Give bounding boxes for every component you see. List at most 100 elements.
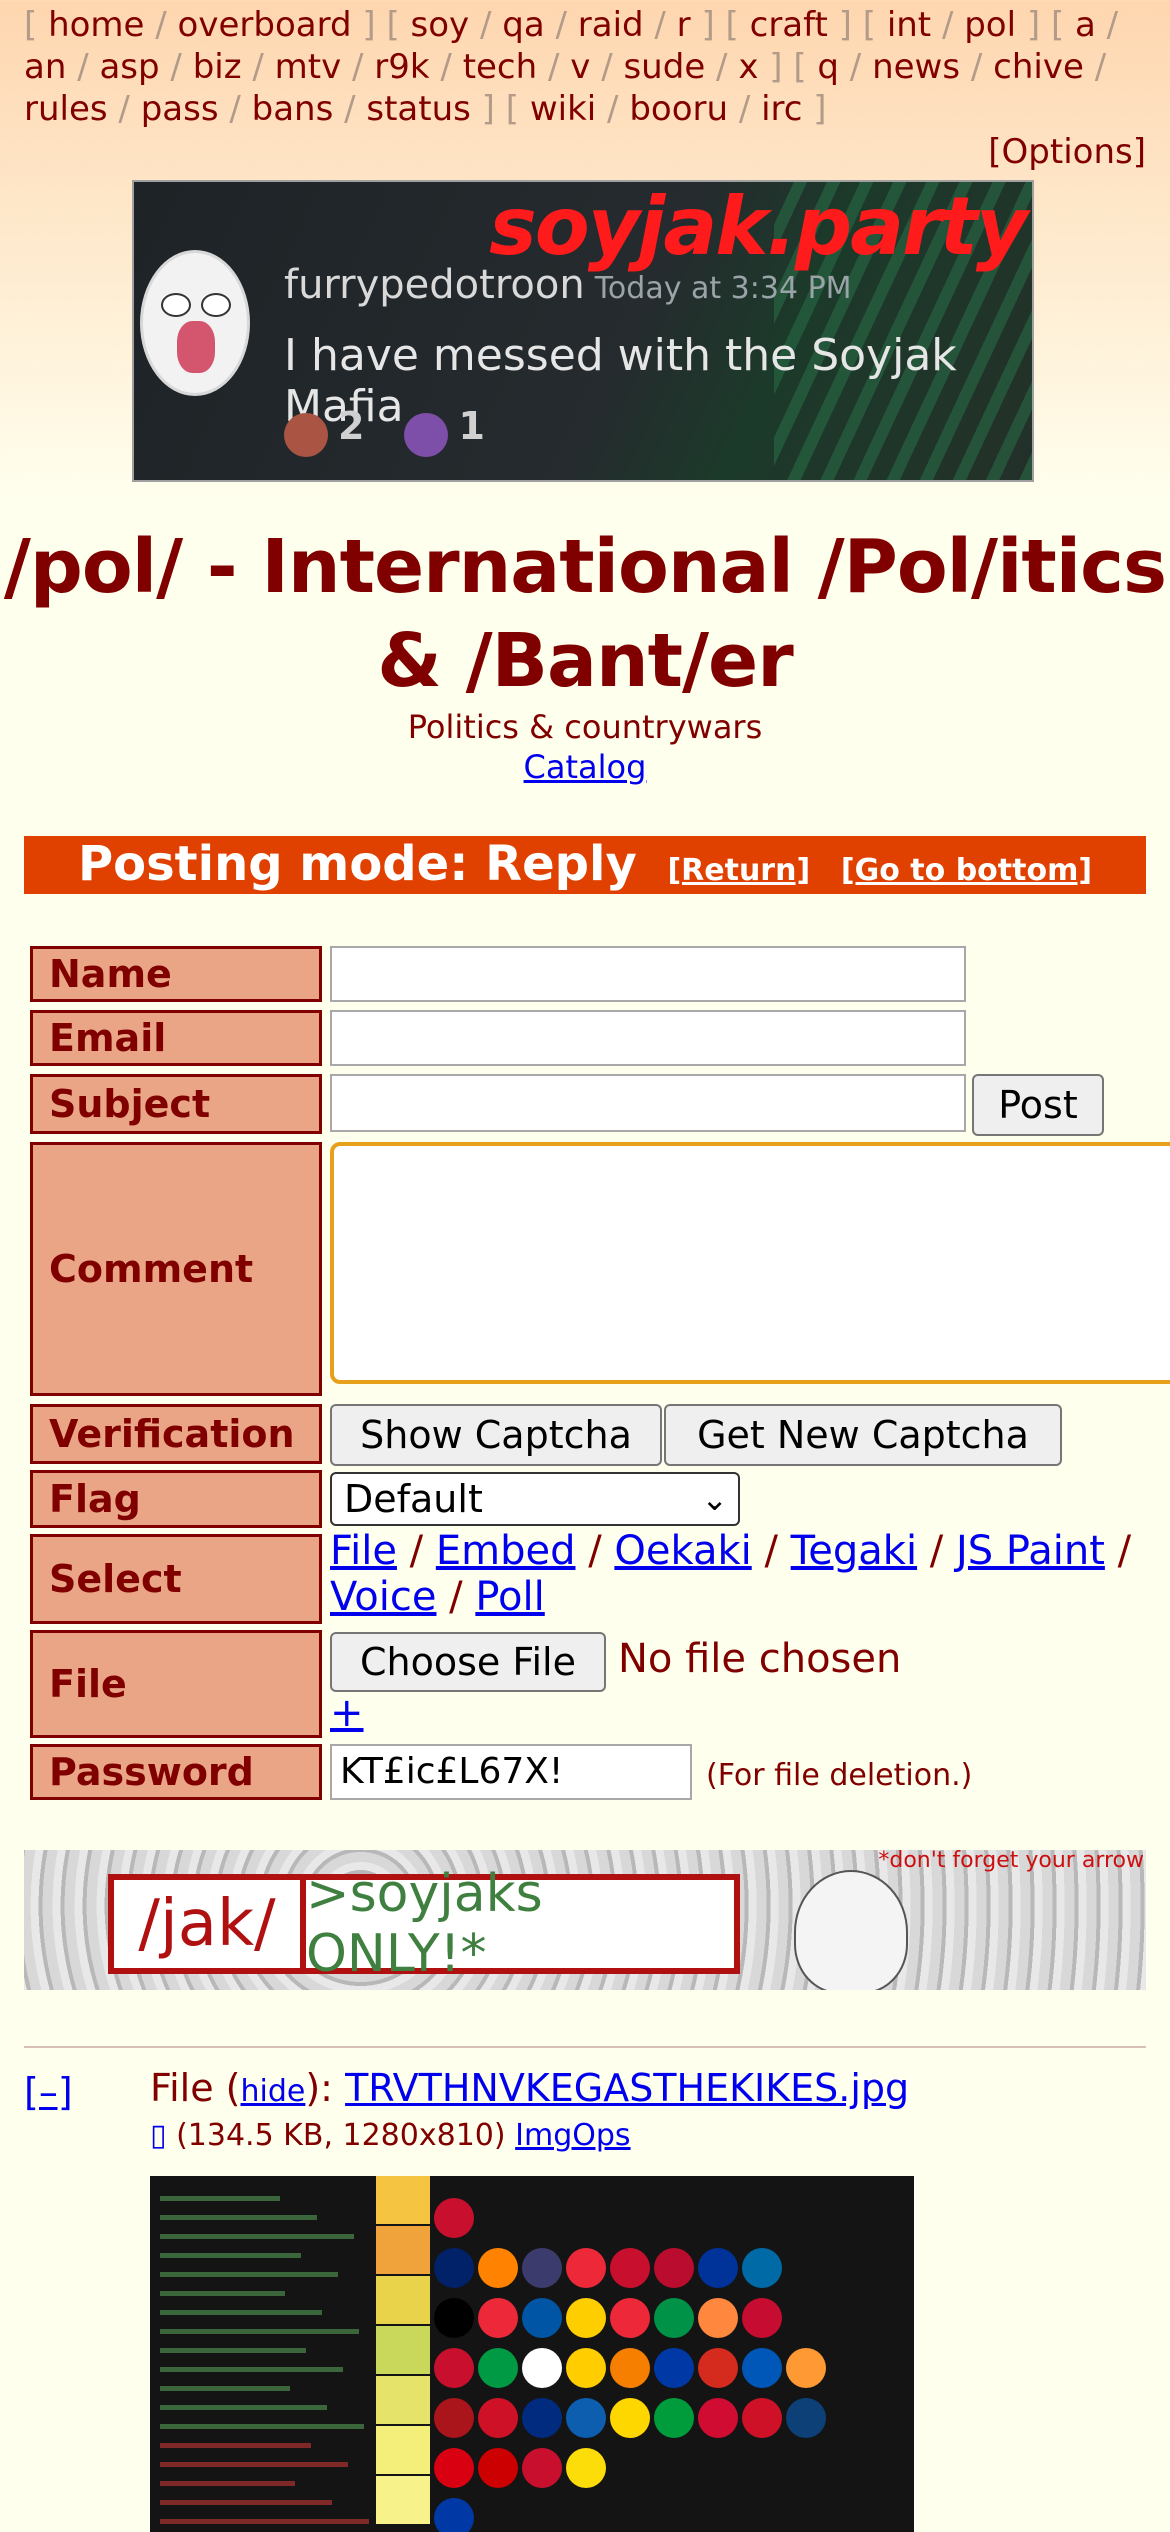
nav-separator: / — [596, 89, 630, 129]
select-oekaki-link[interactable]: Oekaki — [614, 1528, 751, 1574]
thumb-text-line — [160, 2367, 343, 2372]
nav-link-overboard[interactable]: overboard — [178, 5, 352, 45]
thumb-text-line — [160, 2462, 348, 2467]
avatar-eye — [161, 293, 191, 317]
select-voice-link[interactable]: Voice — [330, 1574, 436, 1620]
flag-icon — [522, 2448, 562, 2488]
catalog-link[interactable]: Catalog — [524, 748, 647, 786]
nav-link-status[interactable]: status — [366, 89, 470, 129]
select-poll-link[interactable]: Poll — [475, 1574, 544, 1620]
flag-icon — [610, 2298, 650, 2338]
select-tegaki-link[interactable]: Tegaki — [791, 1528, 917, 1574]
site-banner[interactable]: soyjak.party furrypedotroon Today at 3:34… — [132, 180, 1034, 482]
select-embed-link[interactable]: Embed — [436, 1528, 576, 1574]
nav-link-craft[interactable]: craft — [750, 5, 828, 45]
nav-link-irc[interactable]: irc — [761, 89, 802, 129]
flag-icon — [742, 2398, 782, 2438]
nav-link-qa[interactable]: qa — [502, 5, 544, 45]
comment-textarea[interactable] — [330, 1142, 1170, 1384]
nav-link-home[interactable]: home — [48, 5, 144, 45]
nav-link-wiki[interactable]: wiki — [530, 89, 596, 129]
nav-bracket: [ — [793, 47, 818, 87]
nav-link-asp[interactable]: asp — [99, 47, 159, 87]
nav-link-bans[interactable]: bans — [252, 89, 334, 129]
nav-link-q[interactable]: q — [817, 47, 839, 87]
no-file-text: No file chosen — [618, 1636, 902, 1682]
nav-link-biz[interactable]: biz — [193, 47, 242, 87]
nav-link-soy[interactable]: soy — [411, 5, 470, 45]
email-field[interactable] — [330, 1010, 966, 1066]
nav-link-news[interactable]: news — [872, 47, 960, 87]
select-file-link[interactable]: File — [330, 1528, 397, 1574]
new-captcha-button[interactable]: Get New Captcha — [664, 1404, 1062, 1466]
nav-link-sude[interactable]: sude — [623, 47, 705, 87]
post-image[interactable] — [150, 2176, 914, 2532]
select-js-paint-link[interactable]: JS Paint — [956, 1528, 1105, 1574]
banner-site-name: soyjak.party — [489, 180, 1028, 273]
flag-icon — [566, 2248, 606, 2288]
party-icon — [284, 412, 328, 457]
flag-icon — [566, 2298, 606, 2338]
flag-icon — [654, 2348, 694, 2388]
nav-link-raid[interactable]: raid — [578, 5, 644, 45]
nav-link-mtv[interactable]: mtv — [275, 47, 342, 87]
nav-separator: / — [107, 89, 141, 129]
nav-separator: / — [544, 5, 578, 45]
filename-link[interactable]: TRVTHNVKEGASTHEKIKES.jpg — [345, 2066, 909, 2110]
go-to-bottom-link[interactable]: [Go to bottom] — [841, 853, 1092, 888]
nav-link-v[interactable]: v — [570, 47, 590, 87]
banner-time: Today at 3:34 PM — [594, 271, 852, 306]
flag-icon — [478, 2448, 518, 2488]
nav-link-x[interactable]: x — [738, 47, 758, 87]
show-captcha-button[interactable]: Show Captcha — [330, 1404, 662, 1466]
nav-link-rules[interactable]: rules — [24, 89, 108, 129]
nav-link-r[interactable]: r — [677, 5, 691, 45]
flag-icon — [478, 2398, 518, 2438]
nav-link-a[interactable]: a — [1075, 5, 1096, 45]
thumb-text-line — [160, 2310, 322, 2315]
flag-icon — [698, 2298, 738, 2338]
return-link[interactable]: [Return] — [667, 853, 810, 888]
nav-link-chive[interactable]: chive — [993, 47, 1084, 87]
options-link[interactable]: [Options] — [988, 132, 1146, 172]
password-field[interactable]: KT£ic£L67X! — [330, 1744, 692, 1800]
collapse-post-link[interactable]: [–] — [24, 2070, 73, 2114]
download-icon[interactable]: ▯ — [150, 2118, 167, 2153]
nav-link-booru[interactable]: booru — [629, 89, 728, 129]
nav-link-pol[interactable]: pol — [964, 5, 1016, 45]
flag-icon — [434, 2498, 474, 2532]
choose-file-button[interactable]: Choose File — [330, 1632, 606, 1692]
chevron-down-icon: ⌄ — [701, 1480, 728, 1518]
subject-field[interactable] — [330, 1074, 966, 1132]
flag-icon — [522, 2248, 562, 2288]
flag-icon — [698, 2398, 738, 2438]
name-field[interactable] — [330, 946, 966, 1002]
nav-separator: / — [537, 47, 571, 87]
post-button[interactable]: Post — [972, 1074, 1104, 1136]
jak-ad-banner[interactable]: /jak/ >soyjaks ONLY!* *don't forget your… — [24, 1850, 1146, 1990]
banner-reactions: 2 1 — [284, 404, 485, 457]
flag-icon — [478, 2298, 518, 2338]
nav-link-r9k[interactable]: r9k — [374, 47, 429, 87]
add-file-link[interactable]: + — [330, 1690, 364, 1736]
hide-file-link[interactable]: hide — [241, 2074, 306, 2109]
imgops-link[interactable]: ImgOps — [515, 2118, 630, 2153]
thumb-text-line — [160, 2234, 354, 2239]
flag-icon — [610, 2398, 650, 2438]
flag-icon — [434, 2398, 474, 2438]
flag-select[interactable]: Default ⌄ — [330, 1472, 740, 1526]
ad-box: /jak/ >soyjaks ONLY!* — [108, 1864, 740, 1984]
nav-link-int[interactable]: int — [887, 5, 931, 45]
nav-link-tech[interactable]: tech — [463, 47, 538, 87]
flag-icon — [566, 2348, 606, 2388]
ad-board: /jak/ — [114, 1880, 306, 1968]
flag-icon — [522, 2398, 562, 2438]
nav-separator: / — [66, 47, 100, 87]
select-separator: / — [396, 1528, 436, 1574]
nav-separator: / — [705, 47, 739, 87]
nav-bracket: ] — [1016, 5, 1051, 45]
file-size: (134.5 KB, 1280x810) — [176, 2118, 506, 2153]
nav-link-pass[interactable]: pass — [141, 89, 219, 129]
nav-link-an[interactable]: an — [24, 47, 66, 87]
file-label: File — [30, 1630, 322, 1738]
